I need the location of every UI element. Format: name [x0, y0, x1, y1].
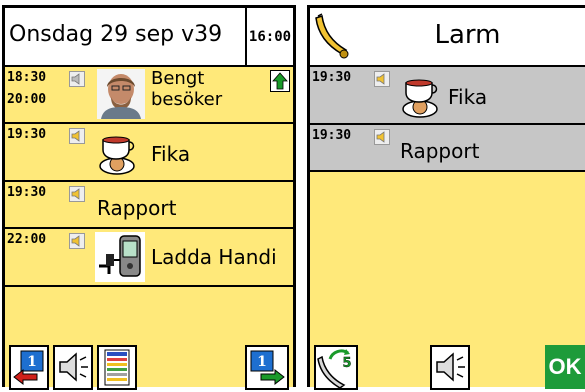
alarm-title: Larm	[434, 20, 501, 50]
alarm-row[interactable]: 19:30 Fika	[310, 67, 585, 125]
person-photo	[97, 69, 145, 119]
speak-button[interactable]	[430, 345, 470, 390]
schedule-list-icon	[104, 349, 130, 386]
event-end-time: 20:00	[7, 92, 47, 107]
alarm-header: Larm	[310, 8, 585, 67]
speaker-small-icon	[69, 71, 85, 87]
alarm-time: 19:30	[312, 70, 352, 85]
speaker-small-icon	[69, 233, 85, 249]
next-day-button[interactable]: 1	[245, 345, 289, 390]
snooze-button[interactable]: 5	[314, 345, 358, 390]
event-start-time: 19:30	[7, 185, 47, 200]
event-start-time: 22:00	[7, 232, 47, 247]
schedule-header: Onsdag 29 sep v39 16:00	[5, 8, 293, 67]
event-start-time: 19:30	[7, 127, 47, 142]
speaker-small-icon	[374, 129, 390, 145]
alarm-title: Fika	[448, 85, 488, 109]
coffee-icon	[99, 136, 135, 175]
coffee-icon	[402, 79, 438, 118]
event-title-line1: Bengt	[151, 68, 205, 89]
event-title-line2: besöker	[151, 89, 223, 110]
day-schedule-panel: Onsdag 29 sep v39 16:00 18:30 20:00 Beng…	[2, 5, 296, 390]
svg-text:1: 1	[27, 354, 37, 370]
speaker-small-icon	[69, 128, 85, 144]
speaker-icon	[436, 352, 465, 382]
forward-arrow-icon: 1	[250, 350, 285, 386]
alarm-row[interactable]: 19:30 Rapport	[310, 125, 585, 172]
event-row[interactable]: 19:30 Fika	[5, 124, 293, 182]
event-row[interactable]: 18:30 20:00 Bengt besöker	[5, 67, 293, 124]
speak-button[interactable]	[53, 345, 93, 390]
speaker-small-icon	[69, 186, 85, 202]
up-arrow-icon	[272, 72, 288, 90]
event-start-time: 18:30	[7, 70, 47, 85]
previous-day-button[interactable]: 1	[9, 345, 49, 390]
speaker-icon	[59, 352, 88, 382]
alarm-time: 19:30	[312, 128, 352, 143]
snooze-bell-icon: 5	[317, 349, 352, 389]
speaker-small-icon	[374, 71, 390, 87]
back-arrow-icon: 1	[13, 350, 44, 386]
clock-label: 16:00	[245, 8, 293, 65]
event-title: Ladda Handi	[151, 245, 277, 269]
event-title: Rapport	[97, 196, 177, 220]
phone-charger-icon	[95, 232, 145, 282]
event-title: Fika	[151, 142, 191, 166]
alarm-title: Rapport	[400, 139, 480, 163]
svg-text:1: 1	[257, 354, 267, 370]
event-row[interactable]: 19:30 Rapport	[5, 182, 293, 229]
scroll-up-button[interactable]	[270, 70, 290, 92]
list-view-button[interactable]	[97, 345, 137, 390]
alarm-panel: Larm 19:30 Fika 19:30 Rapport 5 OK	[307, 5, 585, 390]
snooze-minutes: 5	[342, 356, 351, 371]
date-label: Onsdag 29 sep v39	[9, 22, 223, 47]
event-row[interactable]: 22:00 Ladda Handi	[5, 229, 293, 287]
ok-button[interactable]: OK	[545, 345, 585, 389]
